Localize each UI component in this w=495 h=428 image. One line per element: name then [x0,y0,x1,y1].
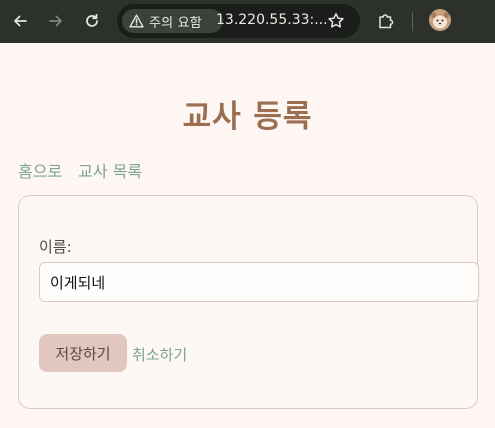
teacher-form-card: 이름: 저장하기 취소하기 [18,195,479,409]
reload-button[interactable] [79,8,105,34]
page-content: 교사 등록 홈으로 교사 목록 이름: 저장하기 취소하기 [0,43,495,428]
toolbar-divider [412,12,413,31]
top-nav: 홈으로 교사 목록 [18,158,142,182]
name-input[interactable] [39,262,479,302]
nav-home-link[interactable]: 홈으로 [18,158,62,182]
security-chip-label: 주의 요함 [149,15,202,31]
star-icon [328,13,344,28]
extensions-button[interactable] [373,8,399,34]
profile-avatar[interactable] [429,9,451,31]
security-chip[interactable]: 주의 요함 [122,9,223,33]
back-button[interactable] [7,8,33,34]
save-button[interactable]: 저장하기 [39,334,127,372]
nav-teacher-list-link[interactable]: 교사 목록 [78,158,142,182]
name-label: 이름: [39,238,72,256]
avatar-face-icon [429,9,451,31]
url-text[interactable]: 13.220.55.33:... [216,12,328,28]
cancel-link[interactable]: 취소하기 [132,344,187,365]
browser-toolbar: 주의 요함 13.220.55.33:... [0,0,495,43]
extensions-icon [379,14,394,29]
bookmark-button[interactable] [323,8,349,34]
back-icon [14,15,27,27]
page-title: 교사 등록 [182,99,313,135]
warning-icon [129,14,144,28]
forward-icon [49,15,62,27]
reload-icon [86,13,98,27]
forward-button[interactable] [43,8,69,34]
